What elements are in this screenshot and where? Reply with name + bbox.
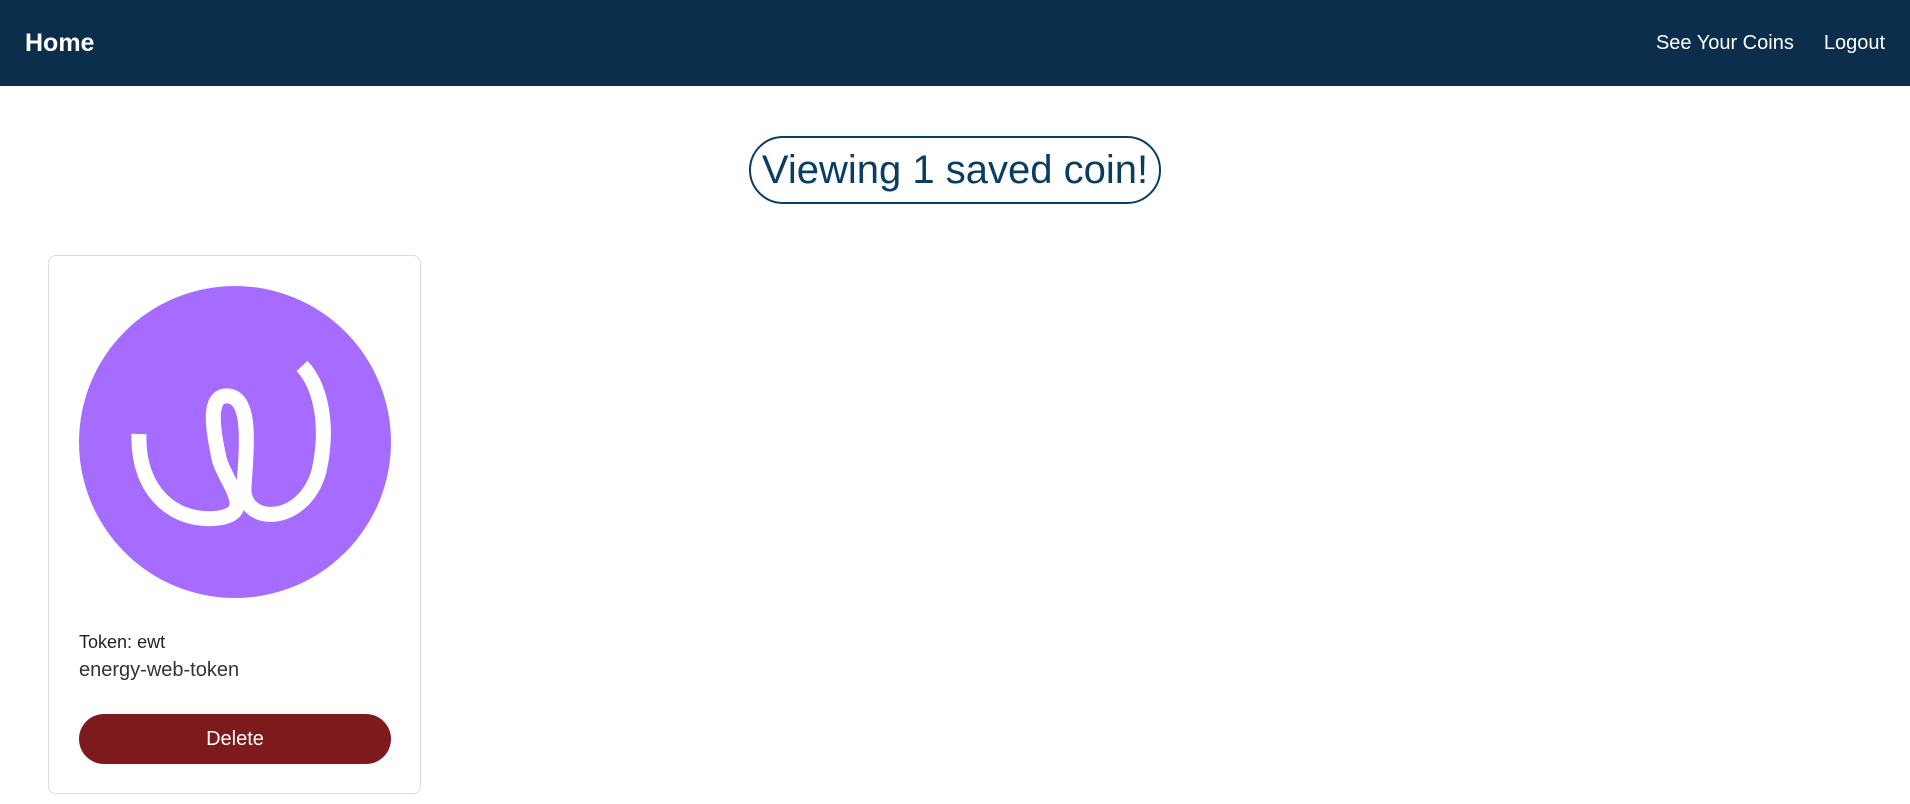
delete-button[interactable]: Delete (79, 714, 391, 764)
coin-name: energy-web-token (79, 659, 240, 681)
token-symbol: Token: ewt (79, 632, 165, 653)
token-value: ewt (137, 632, 166, 652)
energy-web-token-logo-icon (79, 286, 391, 598)
home-link[interactable]: Home (25, 29, 94, 58)
page-title: Viewing 1 saved coin! (748, 136, 1162, 204)
logout-link[interactable]: Logout (1824, 32, 1885, 55)
navbar: Home See Your Coins Logout (0, 0, 1910, 86)
see-your-coins-link[interactable]: See Your Coins (1656, 32, 1794, 55)
nav-links: See Your Coins Logout (1656, 32, 1885, 55)
heading-wrapper: Viewing 1 saved coin! (0, 136, 1910, 204)
coin-card: Token: ewt energy-web-token Delete (48, 255, 421, 794)
token-label: Token: (79, 632, 133, 652)
